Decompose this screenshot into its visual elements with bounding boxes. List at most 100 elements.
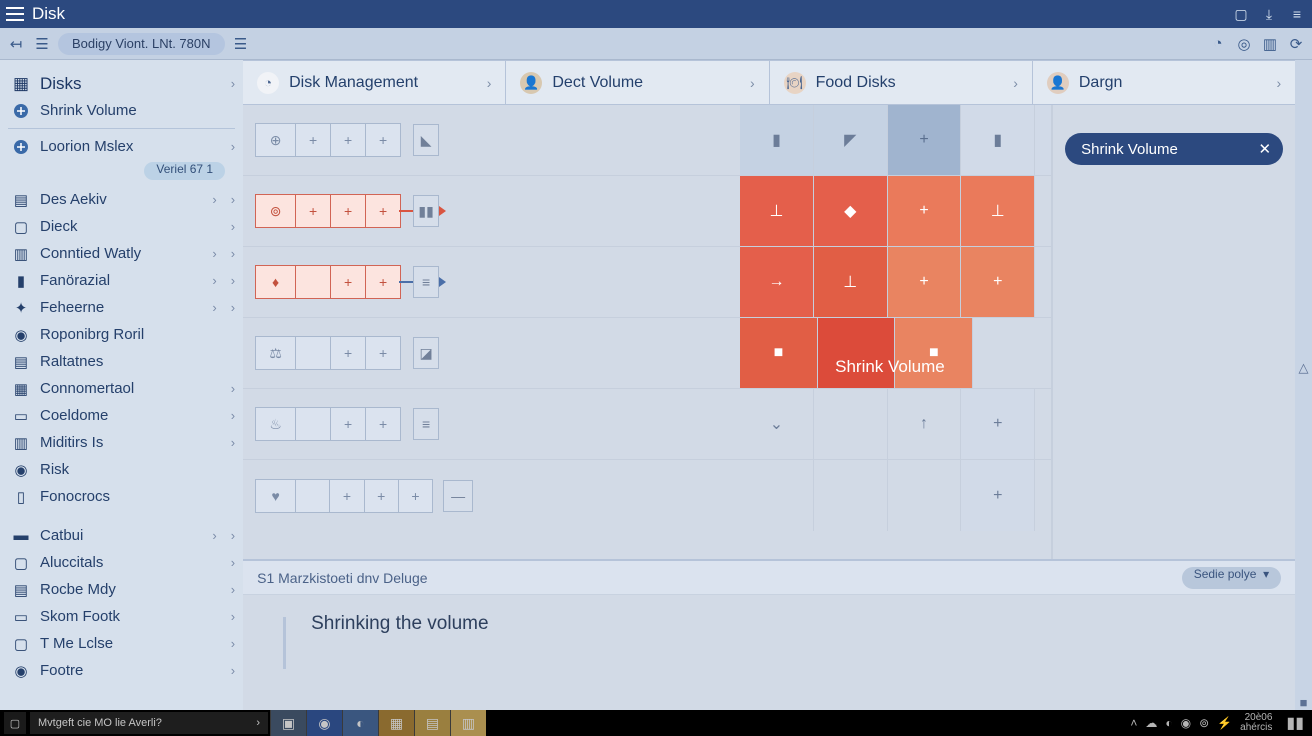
sidebar-item[interactable]: ▢Aluccitals› bbox=[0, 549, 243, 576]
tray-icon[interactable]: ˄ bbox=[1130, 716, 1137, 730]
tray-icon[interactable]: ⊚ bbox=[1199, 716, 1209, 730]
chip[interactable]: ◪ bbox=[413, 337, 439, 369]
sidebar-item[interactable]: ▤Des Aekiv›› bbox=[0, 186, 243, 213]
tile[interactable]: + bbox=[961, 389, 1035, 459]
chip[interactable]: ≡ bbox=[413, 266, 439, 298]
row-box[interactable]: ⊚+++ bbox=[255, 194, 401, 228]
close-icon[interactable]: ✕ bbox=[1259, 140, 1272, 158]
clock[interactable]: 20è06ahércis bbox=[1240, 713, 1272, 733]
taskbar-app[interactable]: ▣ bbox=[270, 710, 306, 736]
col-disk-management[interactable]: ◔Disk Management› bbox=[243, 61, 506, 104]
tile[interactable]: ■ bbox=[895, 318, 973, 388]
tile[interactable]: ⊥ bbox=[740, 176, 814, 246]
tile[interactable] bbox=[814, 389, 888, 459]
sidebar-shrink-volume[interactable]: Shrink Volume bbox=[0, 97, 243, 124]
notification-icon[interactable]: ◔ bbox=[1208, 34, 1228, 54]
tile[interactable]: ↑ bbox=[888, 389, 962, 459]
tile[interactable] bbox=[1035, 247, 1051, 317]
tile[interactable]: ◆ bbox=[814, 176, 888, 246]
sidebar-item[interactable]: ✦Feheerne›› bbox=[0, 294, 243, 321]
col-dargn[interactable]: 👤Dargn› bbox=[1033, 61, 1295, 104]
tile[interactable] bbox=[888, 460, 962, 531]
sidebar-item[interactable]: ▮Fanörazial›› bbox=[0, 267, 243, 294]
taskbar-search[interactable]: Mvtgeft cie MO lie Averli? › bbox=[30, 712, 268, 734]
toolbar-menu-icon[interactable]: ☰ bbox=[231, 34, 251, 54]
window-more-icon[interactable]: ≡ bbox=[1288, 5, 1306, 23]
panel-chip[interactable]: Sedie polye ▾ bbox=[1182, 567, 1281, 589]
triangle-icon[interactable]: △ bbox=[1299, 360, 1309, 376]
tile[interactable]: + bbox=[961, 247, 1035, 317]
taskbar-app[interactable]: ◉ bbox=[306, 710, 342, 736]
refresh-icon[interactable]: ⟳ bbox=[1286, 34, 1306, 54]
tile[interactable]: ■ bbox=[740, 318, 818, 388]
sidebar-head-disks[interactable]: ▦ Disks › bbox=[0, 70, 243, 97]
row-box[interactable]: ⚖++ bbox=[255, 336, 401, 370]
back-icon[interactable]: ↤ bbox=[6, 34, 26, 54]
tile[interactable]: ⊥ bbox=[961, 176, 1035, 246]
tile[interactable]: ◤ bbox=[814, 105, 888, 175]
col-food-disks[interactable]: 🍽Food Disks› bbox=[770, 61, 1033, 104]
tile[interactable]: + bbox=[888, 176, 962, 246]
tray-icon[interactable]: ⚡ bbox=[1217, 716, 1232, 730]
sidebar-item[interactable]: ◉Roponibrg Roril bbox=[0, 321, 243, 348]
tile[interactable] bbox=[818, 318, 896, 388]
system-tray[interactable]: ˄ ☁ ◐ ◉ ⊚ ⚡ 20è06ahércis ▮▮ bbox=[1130, 713, 1312, 733]
row-box[interactable]: ♨++ bbox=[255, 407, 401, 441]
sidebar-item[interactable]: ▥Conntied Watly›› bbox=[0, 240, 243, 267]
tray-icon[interactable]: ◉ bbox=[1181, 716, 1191, 730]
tray-icon[interactable]: ☁ bbox=[1145, 716, 1157, 730]
sidebar-loorion[interactable]: Loorion Mslex › bbox=[0, 133, 243, 160]
sidebar-item[interactable]: ▬Catbui›› bbox=[0, 522, 243, 549]
tile[interactable]: + bbox=[888, 105, 962, 175]
tile[interactable]: + bbox=[961, 460, 1035, 531]
sidebar-item[interactable]: ▭Skom Footk› bbox=[0, 603, 243, 630]
right-gutter[interactable]: △ ■ bbox=[1295, 60, 1312, 710]
pause-icon[interactable]: ▮▮ bbox=[1286, 713, 1304, 733]
chevron-right-icon: › bbox=[231, 139, 235, 154]
row-box[interactable]: ♥+++ bbox=[255, 479, 433, 513]
shrink-volume-tag[interactable]: Shrink Volume ✕ bbox=[1065, 133, 1283, 165]
tile[interactable]: → bbox=[740, 247, 814, 317]
sidebar-item[interactable]: ◉Footre› bbox=[0, 657, 243, 684]
tile[interactable] bbox=[740, 460, 814, 531]
target-icon[interactable]: ◎ bbox=[1234, 34, 1254, 54]
sidebar-item[interactable]: ▥Miditirs Is› bbox=[0, 429, 243, 456]
row-box[interactable]: ⊕+++ bbox=[255, 123, 401, 157]
taskbar-app[interactable]: ▦ bbox=[378, 710, 414, 736]
start-button[interactable]: ▢ bbox=[4, 712, 26, 734]
tile[interactable]: ▮ bbox=[740, 105, 814, 175]
tile[interactable] bbox=[814, 460, 888, 531]
window-minimize-icon[interactable]: ▢ bbox=[1232, 5, 1250, 23]
tile[interactable] bbox=[1035, 105, 1051, 175]
sidebar-item[interactable]: ▢Dieck› bbox=[0, 213, 243, 240]
tile[interactable]: ▮ bbox=[961, 105, 1035, 175]
chip[interactable]: ≡ bbox=[413, 408, 439, 440]
grid-icon[interactable]: ▥ bbox=[1260, 34, 1280, 54]
col-dect-volume[interactable]: 👤Dect Volume› bbox=[506, 61, 769, 104]
sidebar-item[interactable]: ▯Fonocrocs bbox=[0, 483, 243, 510]
chip[interactable]: — bbox=[443, 480, 473, 512]
sidebar-item[interactable]: ▦Connomertaol› bbox=[0, 375, 243, 402]
tile[interactable]: ⌄ bbox=[740, 389, 814, 459]
path-chip[interactable]: Bodigy Viont. LNt. 780N bbox=[58, 33, 225, 55]
tile[interactable] bbox=[1035, 176, 1051, 246]
taskbar-app[interactable]: ▤ bbox=[414, 710, 450, 736]
chip[interactable]: ▮▮ bbox=[413, 195, 439, 227]
menu-icon[interactable] bbox=[6, 7, 24, 21]
list-icon[interactable]: ☰ bbox=[32, 34, 52, 54]
row-box[interactable]: ♦++ bbox=[255, 265, 401, 299]
sidebar-item[interactable]: ▢T Me Lclse› bbox=[0, 630, 243, 657]
taskbar-app[interactable]: ◐ bbox=[342, 710, 378, 736]
chip[interactable]: ◣ bbox=[413, 124, 439, 156]
sidebar-item[interactable]: ▤Raltatnes bbox=[0, 348, 243, 375]
taskbar-app[interactable]: ▥ bbox=[450, 710, 486, 736]
sidebar-item[interactable]: ◉Risk bbox=[0, 456, 243, 483]
window-down-icon[interactable]: ⤓ bbox=[1260, 5, 1278, 23]
tile[interactable]: ⊥ bbox=[814, 247, 888, 317]
tray-icon[interactable]: ◐ bbox=[1165, 716, 1172, 730]
sidebar-item[interactable]: ▭Coeldome› bbox=[0, 402, 243, 429]
tile[interactable]: + bbox=[888, 247, 962, 317]
doc-icon: ▤ bbox=[12, 353, 30, 371]
sidebar-item[interactable]: ▤Rocbe Mdy› bbox=[0, 576, 243, 603]
tile[interactable] bbox=[973, 318, 1051, 388]
